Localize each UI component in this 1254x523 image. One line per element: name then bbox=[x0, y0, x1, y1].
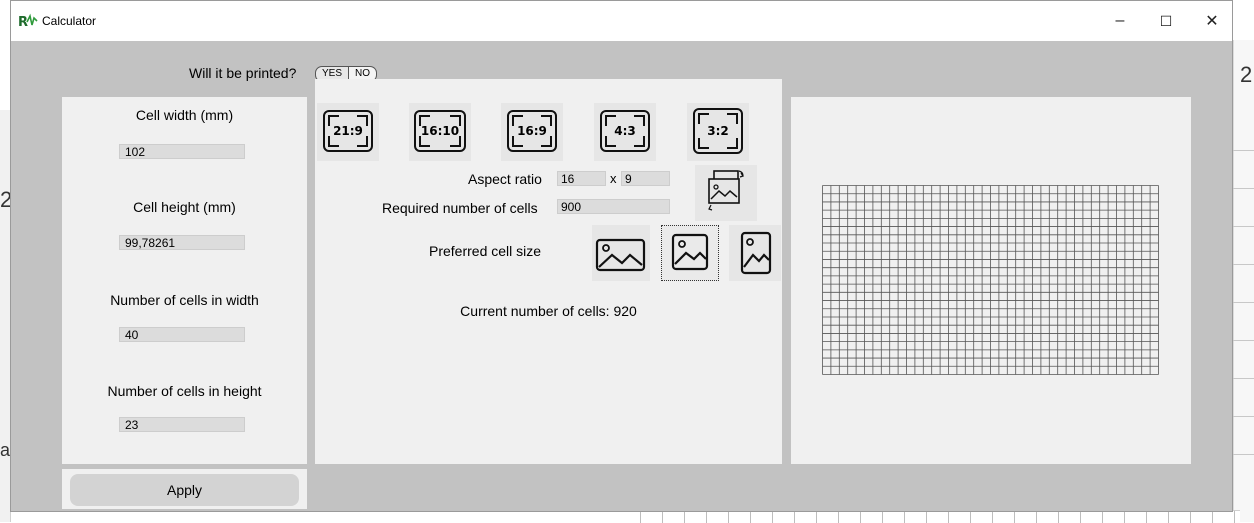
title-bar[interactable]: R Calculator – ☐ ✕ bbox=[11, 1, 1232, 41]
ratio-frame-icon: 21:9 bbox=[323, 110, 373, 152]
required-cells-field[interactable]: 900 bbox=[557, 199, 670, 214]
preferred-cell-size-label: Preferred cell size bbox=[429, 243, 542, 259]
ratio-label: 16:10 bbox=[420, 124, 460, 138]
required-cells-label: Required number of cells bbox=[382, 200, 538, 216]
cells-in-height-label: Number of cells in height bbox=[107, 383, 262, 399]
landscape-cell-option[interactable] bbox=[592, 225, 650, 281]
cells-in-height-field[interactable]: 23 bbox=[119, 417, 245, 432]
print-question-label: Will it be printed? bbox=[189, 65, 297, 81]
cells-in-width-field[interactable]: 40 bbox=[119, 327, 245, 342]
window-title: Calculator bbox=[42, 14, 97, 28]
cell-height-label: Cell height (mm) bbox=[133, 199, 236, 215]
portrait-cell-option[interactable] bbox=[729, 225, 781, 281]
calculator-app-icon: R bbox=[18, 13, 38, 30]
aspect-ratio-label: Aspect ratio bbox=[468, 171, 542, 187]
cell-width-field[interactable]: 102 bbox=[119, 144, 245, 159]
ratio-frame-icon: 16:10 bbox=[414, 110, 466, 152]
cell-grid-preview bbox=[822, 185, 1159, 375]
ratio-4-3-button[interactable]: 4:3 bbox=[594, 103, 656, 161]
close-button[interactable]: ✕ bbox=[1189, 1, 1235, 41]
ratio-label: 4:3 bbox=[614, 124, 636, 138]
ratio-16-9-button[interactable]: 16:9 bbox=[501, 103, 563, 161]
ratio-frame-icon: 3:2 bbox=[693, 108, 743, 154]
current-cells-readout: Current number of cells: 920 bbox=[460, 303, 637, 319]
aspect-width-field[interactable]: 16 bbox=[557, 171, 606, 186]
minimize-button[interactable]: – bbox=[1097, 1, 1143, 41]
cell-parameters-panel: Cell width (mm) 102 Cell height (mm) 99,… bbox=[62, 97, 307, 464]
apply-button[interactable]: Apply bbox=[70, 474, 299, 506]
ratio-label: 21:9 bbox=[333, 124, 363, 138]
ratio-3-2-button[interactable]: 3:2 bbox=[687, 103, 749, 161]
grid-preview-panel bbox=[791, 97, 1191, 464]
rotate-orientation-icon bbox=[708, 170, 744, 211]
aspect-height-field[interactable]: 9 bbox=[621, 171, 670, 186]
svg-text:R: R bbox=[18, 15, 28, 30]
apply-panel: Apply bbox=[62, 469, 307, 509]
maximize-icon: ☐ bbox=[1159, 12, 1173, 29]
cell-width-label: Cell width (mm) bbox=[135, 107, 234, 123]
calculator-window: R Calculator – ☐ ✕ Will it be printed? Y… bbox=[10, 0, 1233, 512]
cells-in-width-label: Number of cells in width bbox=[110, 292, 259, 308]
ratio-16-10-button[interactable]: 16:10 bbox=[409, 103, 471, 161]
background-text: 2 bbox=[1240, 62, 1253, 87]
ratio-label: 16:9 bbox=[517, 124, 547, 138]
square-cell-option[interactable] bbox=[661, 225, 719, 281]
maximize-button[interactable]: ☐ bbox=[1143, 1, 1189, 41]
aspect-separator: x bbox=[610, 171, 617, 186]
cell-height-field[interactable]: 99,78261 bbox=[119, 235, 245, 250]
rotate-orientation-button[interactable] bbox=[695, 165, 757, 221]
ratio-frame-icon: 16:9 bbox=[507, 110, 557, 152]
square-image-icon bbox=[671, 233, 709, 271]
ratio-21-9-button[interactable]: 21:9 bbox=[317, 103, 379, 161]
minimize-icon: – bbox=[1115, 12, 1125, 29]
ratio-frame-icon: 4:3 bbox=[600, 110, 650, 152]
background-text: a bbox=[0, 440, 11, 460]
ratio-settings-panel: 21:9 16:10 16:9 4:3 3:2 Aspect ratio 16 … bbox=[315, 79, 782, 464]
background-grid-lines bbox=[1233, 150, 1254, 460]
close-icon: ✕ bbox=[1205, 13, 1219, 30]
landscape-image-icon bbox=[595, 238, 646, 272]
ratio-label: 3:2 bbox=[707, 124, 729, 138]
portrait-image-icon bbox=[740, 231, 772, 275]
